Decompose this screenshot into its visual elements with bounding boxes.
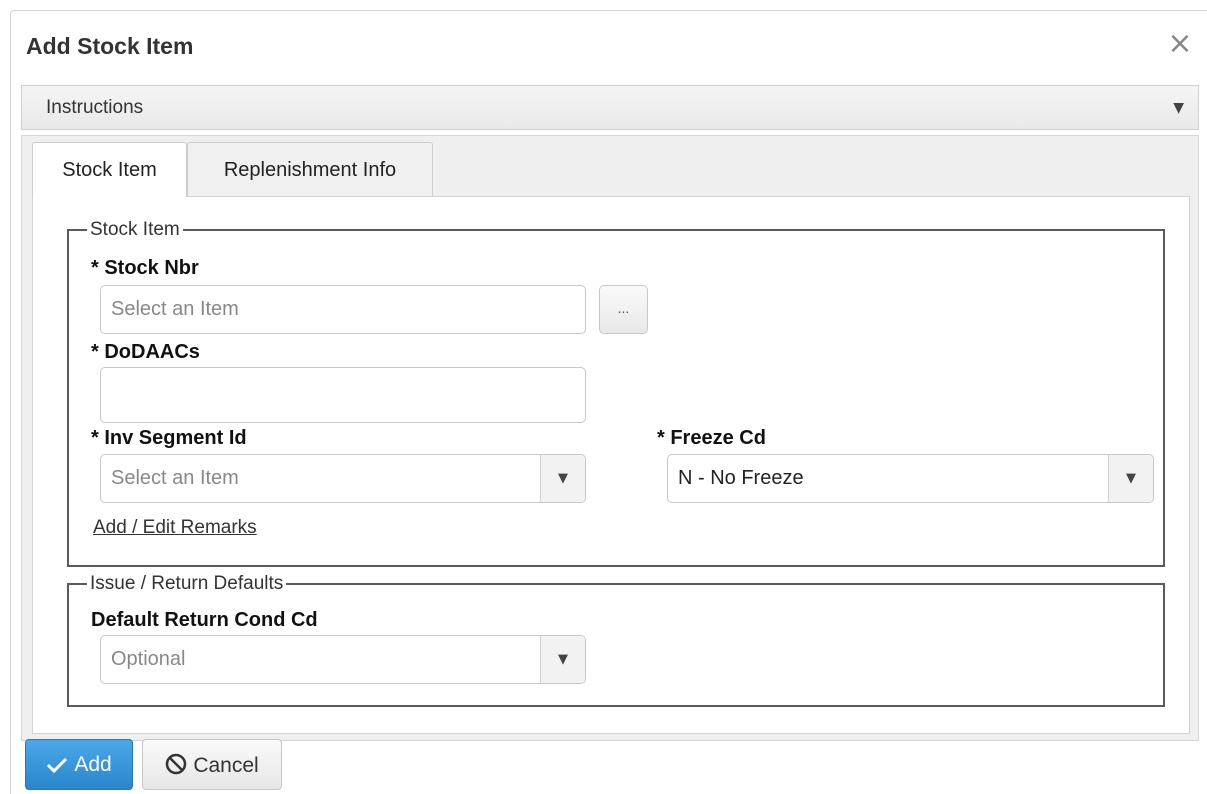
freeze-cd-value: N - No Freeze (678, 467, 804, 489)
cancel-button-label: Cancel (193, 754, 259, 777)
inv-segment-id-select[interactable]: Select an Item ▼ (100, 454, 586, 503)
chevron-down-icon[interactable]: ▼ (540, 636, 585, 683)
chevron-down-icon[interactable]: ▼ (1108, 455, 1153, 502)
stock-nbr-lookup-button[interactable]: ... (599, 285, 648, 334)
chevron-down-icon: ▼ (1173, 100, 1184, 116)
inv-segment-id-label: * Inv Segment Id (91, 427, 247, 449)
inv-segment-id-value: Select an Item (111, 467, 239, 489)
stock-item-legend: Stock Item (90, 219, 180, 240)
instructions-panel[interactable]: Instructions ▼ (21, 85, 1199, 130)
checkmark-icon (47, 757, 68, 774)
tab-stock-item[interactable]: Stock Item (32, 142, 187, 197)
dialog-title: Add Stock Item (26, 33, 194, 59)
default-return-cond-cd-value: Optional (111, 648, 186, 670)
tab-content: Stock Item * Stock Nbr Select an Item ..… (32, 196, 1190, 734)
default-return-cond-cd-select[interactable]: Optional ▼ (100, 635, 586, 684)
dodaacs-label: * DoDAACs (91, 341, 200, 363)
stock-nbr-label: * Stock Nbr (91, 257, 199, 279)
dialog-titlebar: Add Stock Item × (11, 11, 1207, 81)
issue-return-defaults-legend: Issue / Return Defaults (90, 573, 284, 594)
instructions-label: Instructions (46, 97, 144, 118)
close-icon[interactable]: × (1166, 29, 1194, 59)
stock-nbr-input[interactable]: Select an Item (100, 285, 586, 334)
freeze-cd-select[interactable]: N - No Freeze ▼ (667, 454, 1154, 503)
freeze-cd-label: * Freeze Cd (657, 427, 766, 449)
add-button-label: Add (74, 753, 112, 776)
chevron-down-icon[interactable]: ▼ (540, 455, 585, 502)
tab-panel: Stock Item Replenishment Info Stock Item… (21, 135, 1199, 741)
add-stock-item-dialog: Add Stock Item × Instructions ▼ Stock It… (10, 10, 1207, 794)
add-button[interactable]: Add (25, 739, 133, 790)
ban-icon (166, 753, 187, 775)
add-edit-remarks-link[interactable]: Add / Edit Remarks (93, 517, 257, 539)
cancel-button[interactable]: Cancel (142, 739, 282, 790)
tab-replenishment-info[interactable]: Replenishment Info (187, 142, 433, 196)
default-return-cond-cd-label: Default Return Cond Cd (91, 609, 318, 631)
dodaacs-input[interactable] (100, 367, 586, 423)
